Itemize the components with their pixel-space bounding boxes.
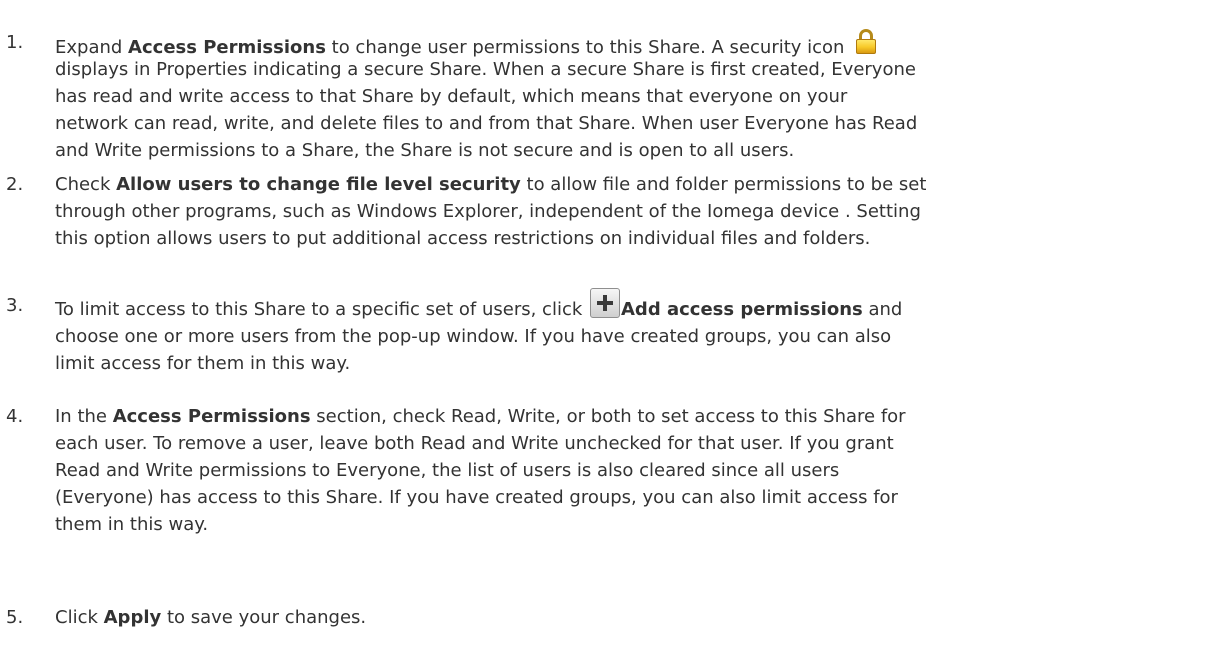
step-text: Click Apply to save your changes. bbox=[55, 604, 1215, 631]
text-run: (Everyone) has access to this Share. If … bbox=[55, 487, 898, 508]
step-text: Check Allow users to change file level s… bbox=[55, 171, 1215, 252]
text-run: network can read, write, and delete file… bbox=[55, 113, 918, 134]
lock-icon bbox=[856, 29, 877, 55]
text-run: has read and write access to that Share … bbox=[55, 86, 848, 107]
bold-term: Access Permissions bbox=[128, 37, 326, 58]
step-number: 1. bbox=[6, 32, 24, 53]
text-run: displays in Properties indicating a secu… bbox=[55, 59, 916, 80]
text-run: To limit access to this Share to a speci… bbox=[55, 299, 588, 320]
bold-term: Add access permissions bbox=[621, 299, 863, 320]
text-run: limit access for them in this way. bbox=[55, 353, 351, 374]
text-line: Read and Write permissions to Everyone, … bbox=[55, 457, 1215, 484]
text-run: section, check Read, Write, or both to s… bbox=[310, 406, 906, 427]
text-run: this option allows users to put addition… bbox=[55, 228, 871, 249]
step-text: To limit access to this Share to a speci… bbox=[55, 288, 1215, 377]
text-run: them in this way. bbox=[55, 514, 209, 535]
text-run: each user. To remove a user, leave both … bbox=[55, 433, 894, 454]
text-line: (Everyone) has access to this Share. If … bbox=[55, 484, 1215, 511]
bold-term: Access Permissions bbox=[112, 406, 311, 427]
add-icon bbox=[590, 288, 620, 318]
text-run: to save your changes. bbox=[161, 607, 367, 628]
text-line: In the Access Permissions section, check… bbox=[55, 403, 1215, 430]
text-run: and bbox=[862, 299, 903, 320]
text-run: Check bbox=[55, 174, 117, 195]
text-run: to change user permissions to this Share… bbox=[325, 37, 851, 58]
bold-term: Apply bbox=[103, 607, 162, 628]
text-run: through other programs, such as Windows … bbox=[55, 201, 921, 222]
step-number: 5. bbox=[6, 607, 24, 628]
step-text: Expand Access Permissions to change user… bbox=[55, 29, 1215, 164]
text-line: To limit access to this Share to a speci… bbox=[55, 288, 1215, 323]
text-line: through other programs, such as Windows … bbox=[55, 198, 1215, 225]
text-line: this option allows users to put addition… bbox=[55, 225, 1215, 252]
text-run: Read and Write permissions to Everyone, … bbox=[55, 460, 840, 481]
text-run: Click bbox=[55, 607, 104, 628]
text-line: has read and write access to that Share … bbox=[55, 83, 1215, 110]
text-line: Click Apply to save your changes. bbox=[55, 604, 1215, 631]
text-run: In the bbox=[55, 406, 113, 427]
text-line: Check Allow users to change file level s… bbox=[55, 171, 1215, 198]
text-line: them in this way. bbox=[55, 511, 1215, 538]
text-line: Expand Access Permissions to change user… bbox=[55, 29, 1215, 58]
step-number: 2. bbox=[6, 174, 24, 195]
text-line: limit access for them in this way. bbox=[55, 350, 1215, 377]
step-number: 4. bbox=[6, 406, 24, 427]
bold-term: Allow users to change file level securit… bbox=[116, 174, 521, 195]
step-number: 3. bbox=[6, 295, 24, 316]
text-run: choose one or more users from the pop-up… bbox=[55, 326, 892, 347]
text-run: to allow file and folder permissions to … bbox=[520, 174, 927, 195]
text-line: each user. To remove a user, leave both … bbox=[55, 430, 1215, 457]
text-run: Expand bbox=[55, 37, 129, 58]
text-line: and Write permissions to a Share, the Sh… bbox=[55, 137, 1215, 164]
step-text: In the Access Permissions section, check… bbox=[55, 403, 1215, 538]
text-line: displays in Properties indicating a secu… bbox=[55, 56, 1215, 83]
text-run: and Write permissions to a Share, the Sh… bbox=[55, 140, 795, 161]
text-line: network can read, write, and delete file… bbox=[55, 110, 1215, 137]
text-line: choose one or more users from the pop-up… bbox=[55, 323, 1215, 350]
